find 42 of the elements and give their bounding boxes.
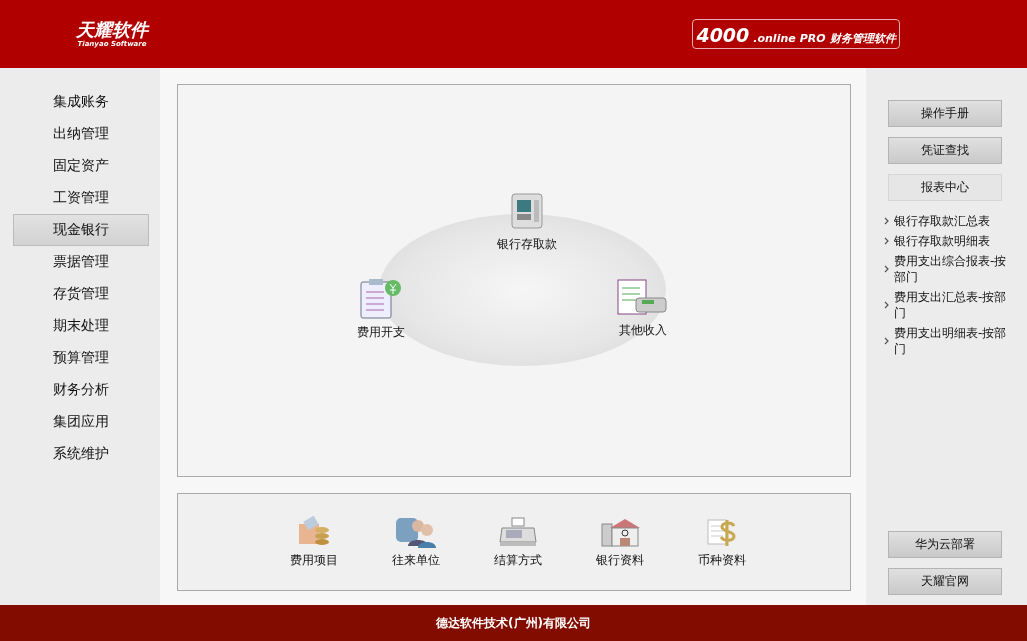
company-name: 德达软件技术(广州)有限公司: [436, 614, 591, 632]
basics-item-label[interactable]: 银行资料: [596, 551, 644, 569]
basics-item-label[interactable]: 费用项目: [290, 551, 338, 569]
report-link[interactable]: 费用支出明细表-按部门: [894, 325, 1014, 357]
tool-button[interactable]: 操作手册: [888, 100, 1002, 127]
product-badge: 4000 .online PRO 财务管理软件: [692, 19, 900, 49]
report-link[interactable]: 银行存取款明细表: [894, 233, 990, 249]
sidebar-item[interactable]: 票据管理: [13, 246, 149, 278]
sidebar-item[interactable]: 存货管理: [13, 278, 149, 310]
link-button[interactable]: 华为云部署: [888, 531, 1002, 558]
sidebar-item[interactable]: 集团应用: [13, 406, 149, 438]
sidebar-item[interactable]: 工资管理: [13, 182, 149, 214]
sidebar-item[interactable]: 预算管理: [13, 342, 149, 374]
coins-folder-icon: [297, 515, 331, 548]
chevron-icon: [884, 217, 889, 225]
sidebar-item[interactable]: 出纳管理: [13, 118, 149, 150]
flow-node-label[interactable]: 银行存取款: [497, 236, 557, 253]
chevron-icon: [884, 265, 889, 273]
chevron-icon: [884, 301, 889, 309]
tool-button[interactable]: 报表中心: [888, 174, 1002, 201]
sidebar-item[interactable]: 现金银行: [13, 214, 149, 246]
flow-node-label[interactable]: 其他收入: [619, 322, 667, 339]
sidebar-item[interactable]: 集成账务: [13, 86, 149, 118]
clipboard-yen-icon: [359, 278, 403, 320]
report-link[interactable]: 费用支出综合报表-按部门: [894, 253, 1014, 285]
flow-node-label[interactable]: 费用开支: [357, 324, 405, 341]
basics-item-label[interactable]: 结算方式: [494, 551, 542, 569]
cash-register-icon: [498, 515, 538, 548]
report-link[interactable]: 费用支出汇总表-按部门: [894, 289, 1014, 321]
chevron-icon: [884, 337, 889, 345]
receipt-card-reader-icon: [616, 278, 670, 318]
basics-item-label[interactable]: 币种资料: [698, 551, 746, 569]
report-link[interactable]: 银行存取款汇总表: [894, 213, 990, 229]
people-icon: [394, 515, 438, 548]
sidebar-item[interactable]: 系统维护: [13, 438, 149, 470]
sidebar-item[interactable]: 固定资产: [13, 150, 149, 182]
sidebar-item[interactable]: 财务分析: [13, 374, 149, 406]
link-button[interactable]: 天耀官网: [888, 568, 1002, 595]
chevron-icon: [884, 237, 889, 245]
sidebar-item[interactable]: 期末处理: [13, 310, 149, 342]
tool-button[interactable]: 凭证查找: [888, 137, 1002, 164]
basics-item-label[interactable]: 往来单位: [392, 551, 440, 569]
